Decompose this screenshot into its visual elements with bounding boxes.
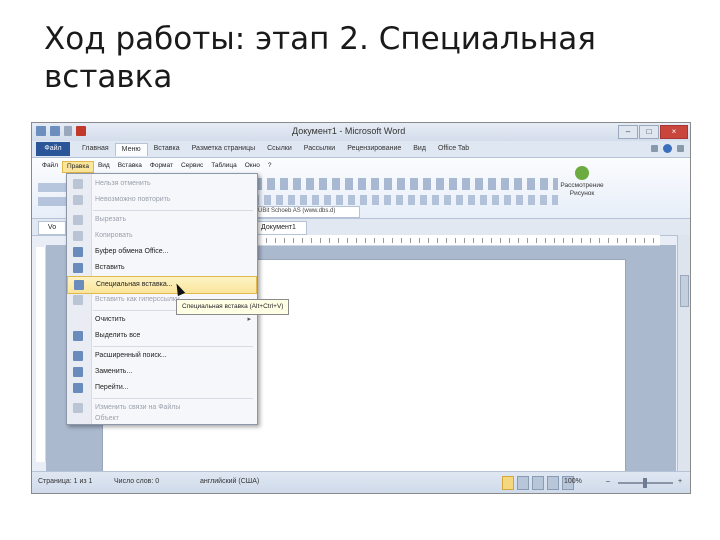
menu-view[interactable]: Вид xyxy=(94,161,114,173)
redo-icon xyxy=(73,195,83,205)
formatting-toolbar[interactable] xyxy=(228,178,558,190)
doc-tab-left[interactable]: Vo xyxy=(38,221,66,235)
menu-item-select-all[interactable]: Выделить все xyxy=(67,328,257,344)
ribbon-tabs: Файл Главная Меню Вставка Разметка стран… xyxy=(32,141,690,158)
menu-item-undo[interactable]: Нельзя отменить xyxy=(67,176,257,192)
zoom-level[interactable]: 100% xyxy=(564,478,582,485)
tab-file[interactable]: Файл xyxy=(36,142,70,156)
cut-icon xyxy=(73,215,83,225)
menu-separator xyxy=(93,210,253,211)
menu-tools[interactable]: Сервис xyxy=(177,161,207,173)
menu-format[interactable]: Формат xyxy=(146,161,177,173)
slide-title: Ход работы: этап 2. Специальная вставка xyxy=(44,21,596,95)
paragraph-toolbar[interactable] xyxy=(228,195,558,205)
web-layout-icon[interactable] xyxy=(532,476,544,490)
print-layout-icon[interactable] xyxy=(502,476,514,490)
status-page[interactable]: Страница: 1 из 1 xyxy=(38,478,92,485)
menu-help[interactable]: ? xyxy=(264,161,276,173)
word-icon[interactable] xyxy=(36,126,46,136)
menu-item-clipboard[interactable]: Буфер обмена Office... xyxy=(67,244,257,260)
hyperlink-icon xyxy=(73,295,83,305)
menu-separator xyxy=(93,346,253,347)
quick-access-toolbar xyxy=(36,126,86,136)
paste-special-icon xyxy=(74,280,84,290)
font-select-value: UBit Schoeb AS (www.dbs.d) xyxy=(258,208,336,214)
tab-home[interactable]: Главная xyxy=(76,143,115,156)
paste-icon xyxy=(73,263,83,273)
help-icon[interactable] xyxy=(663,144,672,153)
menu-separator xyxy=(93,398,253,399)
doc-tab-active[interactable]: Документ1 xyxy=(250,221,307,235)
tab-mailings[interactable]: Рассылки xyxy=(298,143,341,156)
menu-item-goto[interactable]: Перейти... xyxy=(67,380,257,396)
menu-insert[interactable]: Вставка xyxy=(114,161,146,173)
compare-sub-label: Рисунок xyxy=(569,190,595,197)
save-icon[interactable] xyxy=(50,126,60,136)
ribbon-restore-icon[interactable] xyxy=(677,145,684,152)
horizontal-ruler[interactable] xyxy=(230,235,660,246)
undo-icon[interactable] xyxy=(64,126,72,136)
tab-view[interactable]: Вид xyxy=(407,143,432,156)
compare-label: Рассмотрение xyxy=(560,182,604,189)
tab-references[interactable]: Ссылки xyxy=(261,143,298,156)
compare-icon xyxy=(575,166,589,180)
menu-window[interactable]: Окно xyxy=(241,161,264,173)
menu-item-object[interactable]: Объект xyxy=(67,414,257,424)
compare-group[interactable]: Рассмотрение Рисунок xyxy=(560,166,604,198)
menu-item-find[interactable]: Расширенный поиск... xyxy=(67,348,257,364)
menu-item-paste[interactable]: Вставить xyxy=(67,260,257,276)
reading-view-icon[interactable] xyxy=(517,476,529,490)
ruler-ticks xyxy=(230,238,660,243)
redo-icon[interactable] xyxy=(76,126,86,136)
outline-view-icon[interactable] xyxy=(547,476,559,490)
goto-icon xyxy=(73,383,83,393)
zoom-slider-knob[interactable] xyxy=(643,478,647,488)
classic-menubar: Файл Правка Вид Вставка Формат Сервис Та… xyxy=(38,161,275,173)
maximize-button[interactable]: □ xyxy=(639,125,659,139)
ribbon-minimize-icon[interactable] xyxy=(651,145,658,152)
menu-item-cut[interactable]: Вырезать xyxy=(67,212,257,228)
menu-edit[interactable]: Правка xyxy=(61,161,94,173)
vertical-scrollbar[interactable] xyxy=(677,235,690,471)
tab-insert[interactable]: Вставка xyxy=(148,143,186,156)
paste-special-tooltip: Специальная вставка (Alt+Ctrl+V) xyxy=(176,299,290,315)
scroll-thumb[interactable] xyxy=(680,275,689,307)
zoom-in-button[interactable]: + xyxy=(678,478,682,485)
menu-table[interactable]: Таблица xyxy=(207,161,241,173)
select-all-icon xyxy=(73,331,83,341)
menu-item-redo[interactable]: Невозможно повторить xyxy=(67,192,257,208)
tab-menu[interactable]: Меню xyxy=(114,143,148,156)
copy-icon xyxy=(73,231,83,241)
word-window: Документ1 - Microsoft Word – □ × Файл Гл… xyxy=(31,122,691,494)
ribbon-right-controls xyxy=(651,144,684,153)
links-icon xyxy=(73,403,83,413)
menu-file[interactable]: Файл xyxy=(38,161,62,173)
title-bar: Документ1 - Microsoft Word – □ × xyxy=(32,123,690,141)
replace-icon xyxy=(73,367,83,377)
status-bar: Страница: 1 из 1 Число слов: 0 английски… xyxy=(32,471,690,493)
vertical-ruler[interactable] xyxy=(36,247,46,462)
undo-icon xyxy=(73,179,83,189)
zoom-out-button[interactable]: – xyxy=(606,478,610,485)
menu-item-copy[interactable]: Копировать xyxy=(67,228,257,244)
find-icon xyxy=(73,351,83,361)
minimize-button[interactable]: – xyxy=(618,125,638,139)
window-controls: – □ × xyxy=(618,125,688,139)
window-title: Документ1 - Microsoft Word xyxy=(292,126,406,136)
close-button[interactable]: × xyxy=(660,125,688,139)
status-words[interactable]: Число слов: 0 xyxy=(114,478,159,485)
tab-office-tab[interactable]: Office Tab xyxy=(432,143,475,156)
clipboard-icon xyxy=(73,247,83,257)
tab-page-layout[interactable]: Разметка страницы xyxy=(186,143,262,156)
toolbar-left-icons[interactable] xyxy=(38,178,66,206)
tab-review[interactable]: Рецензирование xyxy=(341,143,407,156)
status-language[interactable]: английский (США) xyxy=(200,478,259,485)
menu-item-replace[interactable]: Заменить... xyxy=(67,364,257,380)
tab-list: Главная Меню Вставка Разметка страницы С… xyxy=(76,143,475,156)
